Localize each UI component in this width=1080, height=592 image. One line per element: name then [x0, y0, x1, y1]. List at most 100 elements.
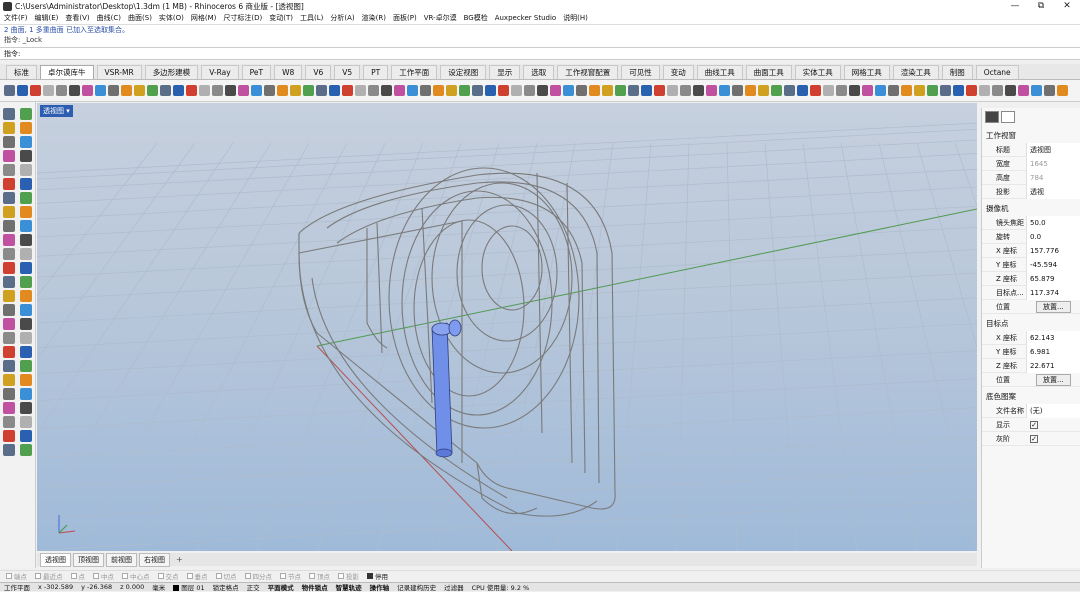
toolbar-tool-icon[interactable] — [329, 85, 340, 96]
layer-tab-icon[interactable] — [1001, 111, 1015, 123]
toolbar-tool-icon[interactable] — [654, 85, 665, 96]
left-tool-icon[interactable] — [20, 122, 32, 134]
toolbar-tool-icon[interactable] — [602, 85, 613, 96]
toolbar-tool-icon[interactable] — [615, 85, 626, 96]
left-tool-icon[interactable] — [3, 206, 15, 218]
toolbar-tool-icon[interactable] — [524, 85, 535, 96]
left-tool-icon[interactable] — [20, 332, 32, 344]
toolbar-tab[interactable]: 设定视图 — [440, 65, 487, 79]
toolbar-tool-icon[interactable] — [797, 85, 808, 96]
toolbar-tool-icon[interactable] — [875, 85, 886, 96]
menu-item[interactable]: BG模检 — [464, 13, 488, 23]
menu-item[interactable]: 说明(H) — [563, 13, 588, 23]
toolbar-tool-icon[interactable] — [394, 85, 405, 96]
left-tool-icon[interactable] — [3, 332, 15, 344]
left-tool-icon[interactable] — [20, 136, 32, 148]
left-tool-icon[interactable] — [3, 360, 15, 372]
left-tool-icon[interactable] — [20, 108, 32, 120]
toolbar-tool-icon[interactable] — [1044, 85, 1055, 96]
camera-place-button[interactable]: 放置... — [1036, 300, 1071, 313]
left-tool-icon[interactable] — [3, 444, 15, 456]
osnap-toggle[interactable]: 最近点 — [35, 571, 63, 581]
left-tool-icon[interactable] — [3, 402, 15, 414]
toolbar-tab[interactable]: 工作平面 — [391, 65, 438, 79]
toolbar-tool-icon[interactable] — [537, 85, 548, 96]
camera-prop-value[interactable]: 0.0 — [1026, 229, 1080, 244]
toolbar-tool-icon[interactable] — [368, 85, 379, 96]
osnap-checkbox[interactable] — [244, 573, 251, 579]
toolbar-tool-icon[interactable] — [446, 85, 457, 96]
osnap-checkbox[interactable] — [186, 573, 193, 579]
osnap-toggle[interactable]: 中点 — [93, 571, 114, 581]
osnap-toggle[interactable]: 投影 — [338, 571, 359, 581]
toolbar-tool-icon[interactable] — [628, 85, 639, 96]
toolbar-tool-icon[interactable] — [732, 85, 743, 96]
left-tool-icon[interactable] — [3, 164, 15, 176]
menu-item[interactable]: 编辑(E) — [35, 13, 59, 23]
left-tool-icon[interactable] — [20, 220, 32, 232]
toolbar-tab[interactable]: 变动 — [662, 65, 694, 79]
toolbar-tool-icon[interactable] — [121, 85, 132, 96]
toolbar-tab[interactable]: 显示 — [489, 65, 521, 79]
toolbar-tool-icon[interactable] — [784, 85, 795, 96]
menu-item[interactable]: 工具(L) — [300, 13, 323, 23]
left-tool-icon[interactable] — [3, 234, 15, 246]
toolbar-tool-icon[interactable] — [680, 85, 691, 96]
viewport-tab[interactable]: 右视图 — [139, 552, 170, 567]
viewport-prop-value[interactable]: 1645 — [1026, 156, 1080, 171]
add-viewport-icon[interactable]: + — [176, 555, 183, 564]
left-tool-icon[interactable] — [20, 206, 32, 218]
osnap-checkbox[interactable] — [70, 573, 77, 579]
toolbar-tool-icon[interactable] — [771, 85, 782, 96]
toolbar-tool-icon[interactable] — [485, 85, 496, 96]
toolbar-tool-icon[interactable] — [303, 85, 314, 96]
osnap-checkbox[interactable] — [309, 573, 315, 579]
osnap-checkbox[interactable] — [122, 573, 128, 579]
toolbar-tab[interactable]: 可见性 — [621, 65, 660, 79]
toolbar-tab[interactable]: 网格工具 — [843, 65, 890, 79]
toolbar-tab[interactable]: V5 — [334, 65, 361, 79]
toolbar-tool-icon[interactable] — [342, 85, 353, 96]
toolbar-tool-icon[interactable] — [1018, 85, 1029, 96]
toolbar-tool-icon[interactable] — [901, 85, 912, 96]
toolbar-tab[interactable]: V-Ray — [201, 65, 239, 79]
left-tool-icon[interactable] — [20, 402, 32, 414]
toolbar-tool-icon[interactable] — [823, 85, 834, 96]
left-tool-icon[interactable] — [20, 248, 32, 260]
left-tool-icon[interactable] — [3, 178, 15, 190]
viewport-tab[interactable]: 透视图 — [40, 552, 71, 567]
toolbar-tool-icon[interactable] — [472, 85, 483, 96]
osnap-checkbox[interactable] — [367, 573, 373, 579]
left-tool-icon[interactable] — [3, 416, 15, 428]
menu-item[interactable]: Auxpecker Studio — [495, 14, 556, 22]
left-tool-icon[interactable] — [20, 416, 32, 428]
menu-item[interactable]: VR-卓尔谟 — [424, 13, 457, 23]
left-tool-icon[interactable] — [3, 136, 15, 148]
toolbar-tool-icon[interactable] — [251, 85, 262, 96]
toolbar-tab[interactable]: 多边形建模 — [144, 65, 199, 79]
toolbar-tab[interactable]: Octane — [975, 65, 1019, 79]
left-tool-icon[interactable] — [20, 276, 32, 288]
toolbar-tool-icon[interactable] — [56, 85, 67, 96]
toolbar-tool-icon[interactable] — [212, 85, 223, 96]
toolbar-tool-icon[interactable] — [693, 85, 704, 96]
left-tool-icon[interactable] — [3, 248, 15, 260]
camera-prop-value[interactable]: 65.879 — [1026, 271, 1080, 286]
viewport-prop-value[interactable]: 784 — [1026, 170, 1080, 185]
maximize-button[interactable]: ⧉ — [1028, 0, 1054, 12]
left-tool-icon[interactable] — [3, 304, 15, 316]
toolbar-tab[interactable]: 卓尔谟库牛 — [40, 65, 94, 79]
toolbar-tool-icon[interactable] — [862, 85, 873, 96]
toolbar-tool-icon[interactable] — [69, 85, 80, 96]
toolbar-tool-icon[interactable] — [186, 85, 197, 96]
osnap-toggle[interactable]: 交点 — [157, 571, 179, 581]
toolbar-tool-icon[interactable] — [667, 85, 678, 96]
osnap-checkbox[interactable] — [280, 573, 286, 579]
toolbar-tool-icon[interactable] — [355, 85, 366, 96]
viewport-tab[interactable]: 前视图 — [106, 552, 137, 567]
toolbar-tool-icon[interactable] — [992, 85, 1003, 96]
toolbar-tool-icon[interactable] — [589, 85, 600, 96]
toolbar-tool-icon[interactable] — [550, 85, 561, 96]
toolbar-tool-icon[interactable] — [810, 85, 821, 96]
left-tool-icon[interactable] — [3, 346, 15, 358]
